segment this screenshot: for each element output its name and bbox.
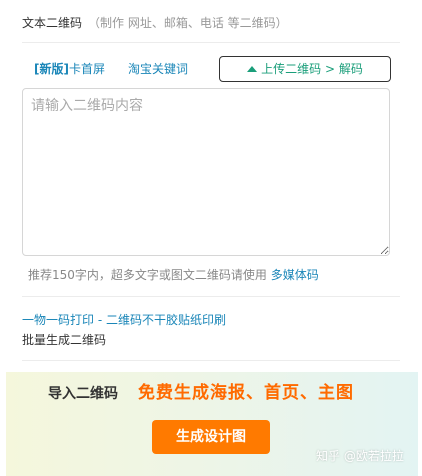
upload-decode-label: 上传二维码 > 解码 bbox=[261, 62, 363, 76]
section-title: 文本二维码 bbox=[22, 16, 83, 30]
note-divider bbox=[22, 296, 400, 297]
generate-design-button[interactable]: 生成设计图 bbox=[152, 420, 270, 454]
header-divider bbox=[22, 42, 400, 43]
batch-generate-link[interactable]: 批量生成二维码 bbox=[22, 331, 106, 349]
qr-content-input[interactable] bbox=[22, 88, 390, 256]
upload-decode-button[interactable]: 上传二维码 > 解码 bbox=[219, 56, 391, 82]
tab-card-screen[interactable]: [新版]卡首屏 bbox=[34, 56, 105, 82]
length-note-text: 推荐150字内，超多文字或图文二维码请使用 bbox=[28, 268, 271, 282]
print-sticker-link[interactable]: 一物一码打印 - 二维码不干胶贴纸印刷 bbox=[22, 311, 226, 329]
links-divider bbox=[22, 360, 400, 361]
length-note: 推荐150字内，超多文字或图文二维码请使用 多媒体码 bbox=[28, 266, 319, 284]
qr-generator-panel: 文本二维码 （制作 网址、邮箱、电话 等二维码） [新版]卡首屏 淘宝关键词 上传… bbox=[0, 0, 422, 476]
eject-icon bbox=[247, 66, 258, 72]
poster-banner: 导入二维码 免费生成海报、首页、主图 生成设计图 知乎 @欧若拉拉 bbox=[6, 372, 418, 476]
mode-tabs: [新版]卡首屏 淘宝关键词 上传二维码 > 解码 bbox=[22, 56, 392, 82]
multimedia-code-link[interactable]: 多媒体码 bbox=[271, 268, 319, 282]
section-hint: （制作 网址、邮箱、电话 等二维码） bbox=[88, 16, 288, 30]
tab-card-screen-label: 卡首屏 bbox=[68, 62, 105, 76]
import-qr-label: 导入二维码 bbox=[48, 386, 118, 402]
watermark: 知乎 @欧若拉拉 bbox=[316, 449, 404, 463]
new-badge: 新版 bbox=[39, 62, 64, 76]
section-header: 文本二维码 （制作 网址、邮箱、电话 等二维码） bbox=[22, 14, 288, 32]
tab-taobao-keyword[interactable]: 淘宝关键词 bbox=[128, 56, 188, 82]
promo-text: 免费生成海报、首页、主图 bbox=[138, 383, 354, 403]
